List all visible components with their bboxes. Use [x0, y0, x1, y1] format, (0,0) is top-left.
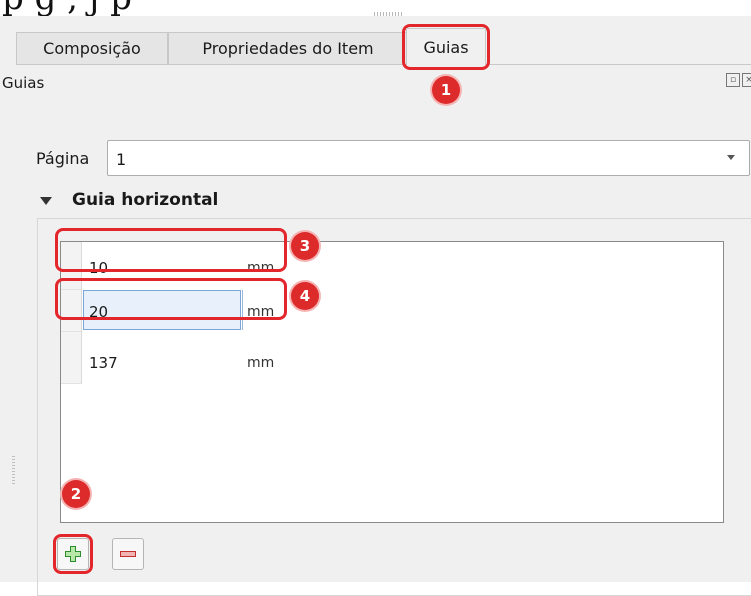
guide-value[interactable]: 137: [89, 354, 118, 372]
annotation-badge-1: 1: [432, 76, 460, 104]
page-label: Página: [36, 149, 90, 168]
highlight-second-guide: [55, 278, 287, 320]
page-select[interactable]: 1: [107, 140, 750, 176]
chevron-down-icon: [727, 155, 735, 160]
tab-composition-label: Composição: [43, 39, 141, 58]
guide-unit: mm: [247, 355, 275, 371]
tab-item-properties[interactable]: Propriedades do Item: [168, 32, 408, 64]
triangle-down-icon[interactable]: [40, 197, 52, 205]
caption-fragment: p g , j p: [2, 0, 132, 16]
tab-composition[interactable]: Composição: [16, 32, 168, 64]
annotation-badge-2: 2: [62, 480, 90, 508]
tab-item-properties-label: Propriedades do Item: [202, 39, 374, 58]
side-grip-icon[interactable]: [12, 456, 15, 486]
tab-guides-label: Guias: [423, 37, 469, 57]
tab-bar: Composição Propriedades do Item Guias: [16, 26, 751, 65]
float-icon[interactable]: ▫: [726, 73, 740, 87]
tab-guides[interactable]: Guias: [406, 28, 486, 65]
minus-icon: [120, 551, 136, 557]
annotation-badge-3: 3: [291, 232, 319, 260]
tab-divider: [16, 64, 751, 65]
caption-fragment-strip: p g , j p: [0, 0, 751, 16]
layout-guides-panel: Composição Propriedades do Item Guias Gu…: [0, 16, 751, 596]
highlight-first-guide: [55, 228, 287, 272]
row-header[interactable]: [61, 332, 82, 384]
group-title[interactable]: Guia horizontal: [72, 190, 218, 210]
close-icon[interactable]: ×: [742, 73, 751, 87]
remove-guide-button[interactable]: [112, 538, 144, 570]
dock-title: Guias: [2, 74, 45, 92]
annotation-badge-4: 4: [291, 282, 319, 310]
page-select-value: 1: [116, 150, 127, 169]
